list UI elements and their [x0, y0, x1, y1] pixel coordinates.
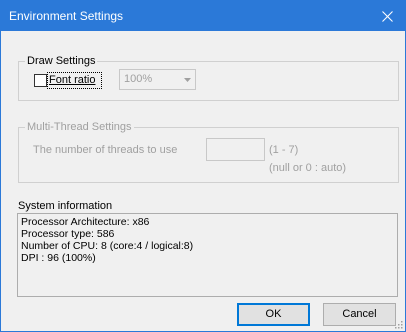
threads-input [206, 138, 265, 161]
cancel-button[interactable]: Cancel [323, 303, 396, 326]
system-info-line: DPI : 96 (100%) [21, 252, 96, 264]
ok-button[interactable]: OK [237, 303, 310, 326]
threads-range-hint: (1 - 7) [269, 144, 299, 156]
font-ratio-checkbox[interactable] [34, 74, 47, 87]
title-bar[interactable]: Environment Settings [1, 1, 405, 31]
threads-label: The number of threads to use [33, 144, 178, 156]
chevron-down-icon [179, 70, 195, 89]
font-ratio-select: 100% [119, 69, 196, 90]
font-ratio-label[interactable]: Font ratio [49, 73, 95, 87]
system-info-box: Processor Architecture: x86 Processor ty… [17, 213, 398, 297]
close-button[interactable] [369, 1, 405, 31]
multi-thread-legend: Multi-Thread Settings [25, 120, 134, 134]
font-ratio-value: 100% [124, 73, 153, 85]
system-info-line: Number of CPU: 8 (core:4 / logical:8) [21, 240, 194, 252]
threads-auto-hint: (null or 0 : auto) [269, 162, 347, 174]
system-info-line: Processor type: 586 [21, 228, 115, 240]
draw-settings-legend: Draw Settings [25, 54, 98, 68]
close-icon [381, 10, 393, 22]
window-title: Environment Settings [9, 9, 124, 23]
system-info-label: System information [18, 200, 113, 212]
system-info-line: Processor Architecture: x86 [21, 216, 150, 228]
environment-settings-dialog: Environment Settings Draw Settings Font … [0, 0, 406, 332]
resize-grip-icon[interactable] [393, 319, 403, 329]
